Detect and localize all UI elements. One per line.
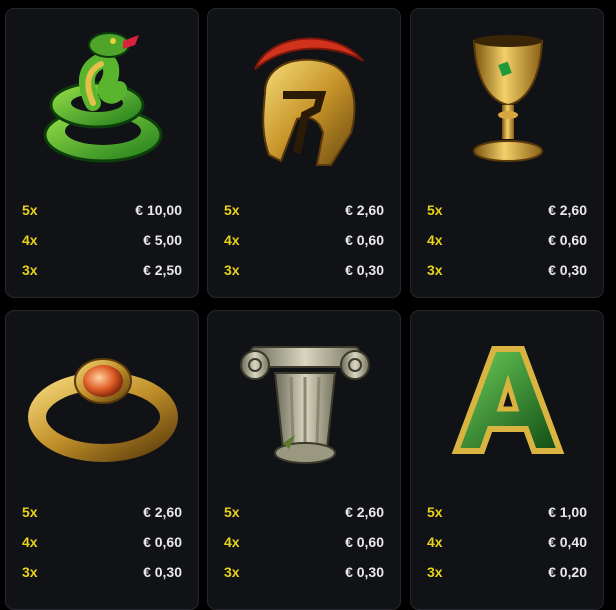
payout-row: 5x € 10,00 [6, 195, 198, 225]
payout-amount: € 2,60 [143, 504, 182, 520]
multiplier-label: 5x [427, 202, 443, 218]
payout-list: 5x € 1,00 4x € 0,40 3x € 0,20 [411, 497, 603, 587]
payout-row: 4x € 0,60 [411, 225, 603, 255]
payout-amount: € 1,00 [548, 504, 587, 520]
payout-amount: € 2,60 [345, 504, 384, 520]
multiplier-label: 3x [427, 564, 443, 580]
payout-amount: € 0,30 [548, 262, 587, 278]
spartan-helmet-icon [225, 23, 385, 173]
multiplier-label: 3x [22, 262, 38, 278]
payout-amount: € 2,60 [345, 202, 384, 218]
payout-amount: € 0,30 [345, 564, 384, 580]
multiplier-label: 5x [224, 202, 240, 218]
payout-amount: € 0,60 [548, 232, 587, 248]
multiplier-label: 4x [22, 232, 38, 248]
payout-amount: € 0,60 [143, 534, 182, 550]
multiplier-label: 5x [224, 504, 240, 520]
paytable-card-chalice: 5x € 2,60 4x € 0,60 3x € 0,30 [410, 8, 604, 298]
multiplier-label: 4x [427, 534, 443, 550]
payout-row: 5x € 2,60 [411, 195, 603, 225]
multiplier-label: 3x [224, 262, 240, 278]
paytable-card-snake: 5x € 10,00 4x € 5,00 3x € 2,50 [5, 8, 199, 298]
payout-row: 4x € 5,00 [6, 225, 198, 255]
payout-row: 4x € 0,60 [208, 225, 400, 255]
paytable-grid: 5x € 10,00 4x € 5,00 3x € 2,50 5x € 2,60… [0, 0, 616, 610]
payout-amount: € 0,30 [345, 262, 384, 278]
payout-row: 5x € 2,60 [208, 497, 400, 527]
multiplier-label: 5x [427, 504, 443, 520]
multiplier-label: 3x [427, 262, 443, 278]
multiplier-label: 3x [224, 564, 240, 580]
multiplier-label: 5x [22, 504, 38, 520]
payout-amount: € 2,50 [143, 262, 182, 278]
paytable-card-column: 5x € 2,60 4x € 0,60 3x € 0,30 [207, 310, 401, 610]
gold-ring-icon [23, 325, 183, 475]
payout-amount: € 0,40 [548, 534, 587, 550]
paytable-card-letter-a: 5x € 1,00 4x € 0,40 3x € 0,20 [410, 310, 604, 610]
multiplier-label: 4x [22, 534, 38, 550]
letter-a-icon [428, 325, 588, 475]
multiplier-label: 4x [224, 232, 240, 248]
payout-row: 3x € 0,30 [208, 255, 400, 285]
payout-list: 5x € 2,60 4x € 0,60 3x € 0,30 [208, 497, 400, 587]
payout-row: 5x € 2,60 [208, 195, 400, 225]
payout-row: 5x € 2,60 [6, 497, 198, 527]
payout-list: 5x € 2,60 4x € 0,60 3x € 0,30 [411, 195, 603, 285]
payout-list: 5x € 10,00 4x € 5,00 3x € 2,50 [6, 195, 198, 285]
ionic-column-icon [225, 325, 385, 475]
multiplier-label: 3x [22, 564, 38, 580]
payout-row: 5x € 1,00 [411, 497, 603, 527]
payout-row: 4x € 0,60 [6, 527, 198, 557]
paytable-card-helmet: 5x € 2,60 4x € 0,60 3x € 0,30 [207, 8, 401, 298]
payout-amount: € 5,00 [143, 232, 182, 248]
payout-row: 3x € 0,30 [208, 557, 400, 587]
payout-row: 3x € 2,50 [6, 255, 198, 285]
multiplier-label: 4x [427, 232, 443, 248]
snake-icon [23, 23, 183, 173]
payout-amount: € 0,60 [345, 534, 384, 550]
multiplier-label: 4x [224, 534, 240, 550]
payout-row: 4x € 0,60 [208, 527, 400, 557]
payout-amount: € 0,20 [548, 564, 587, 580]
payout-list: 5x € 2,60 4x € 0,60 3x € 0,30 [6, 497, 198, 587]
multiplier-label: 5x [22, 202, 38, 218]
payout-row: 3x € 0,30 [6, 557, 198, 587]
payout-amount: € 2,60 [548, 202, 587, 218]
payout-row: 4x € 0,40 [411, 527, 603, 557]
paytable-card-ring: 5x € 2,60 4x € 0,60 3x € 0,30 [5, 310, 199, 610]
golden-chalice-icon [428, 23, 588, 173]
payout-list: 5x € 2,60 4x € 0,60 3x € 0,30 [208, 195, 400, 285]
payout-amount: € 10,00 [135, 202, 182, 218]
payout-amount: € 0,30 [143, 564, 182, 580]
payout-amount: € 0,60 [345, 232, 384, 248]
payout-row: 3x € 0,30 [411, 255, 603, 285]
payout-row: 3x € 0,20 [411, 557, 603, 587]
